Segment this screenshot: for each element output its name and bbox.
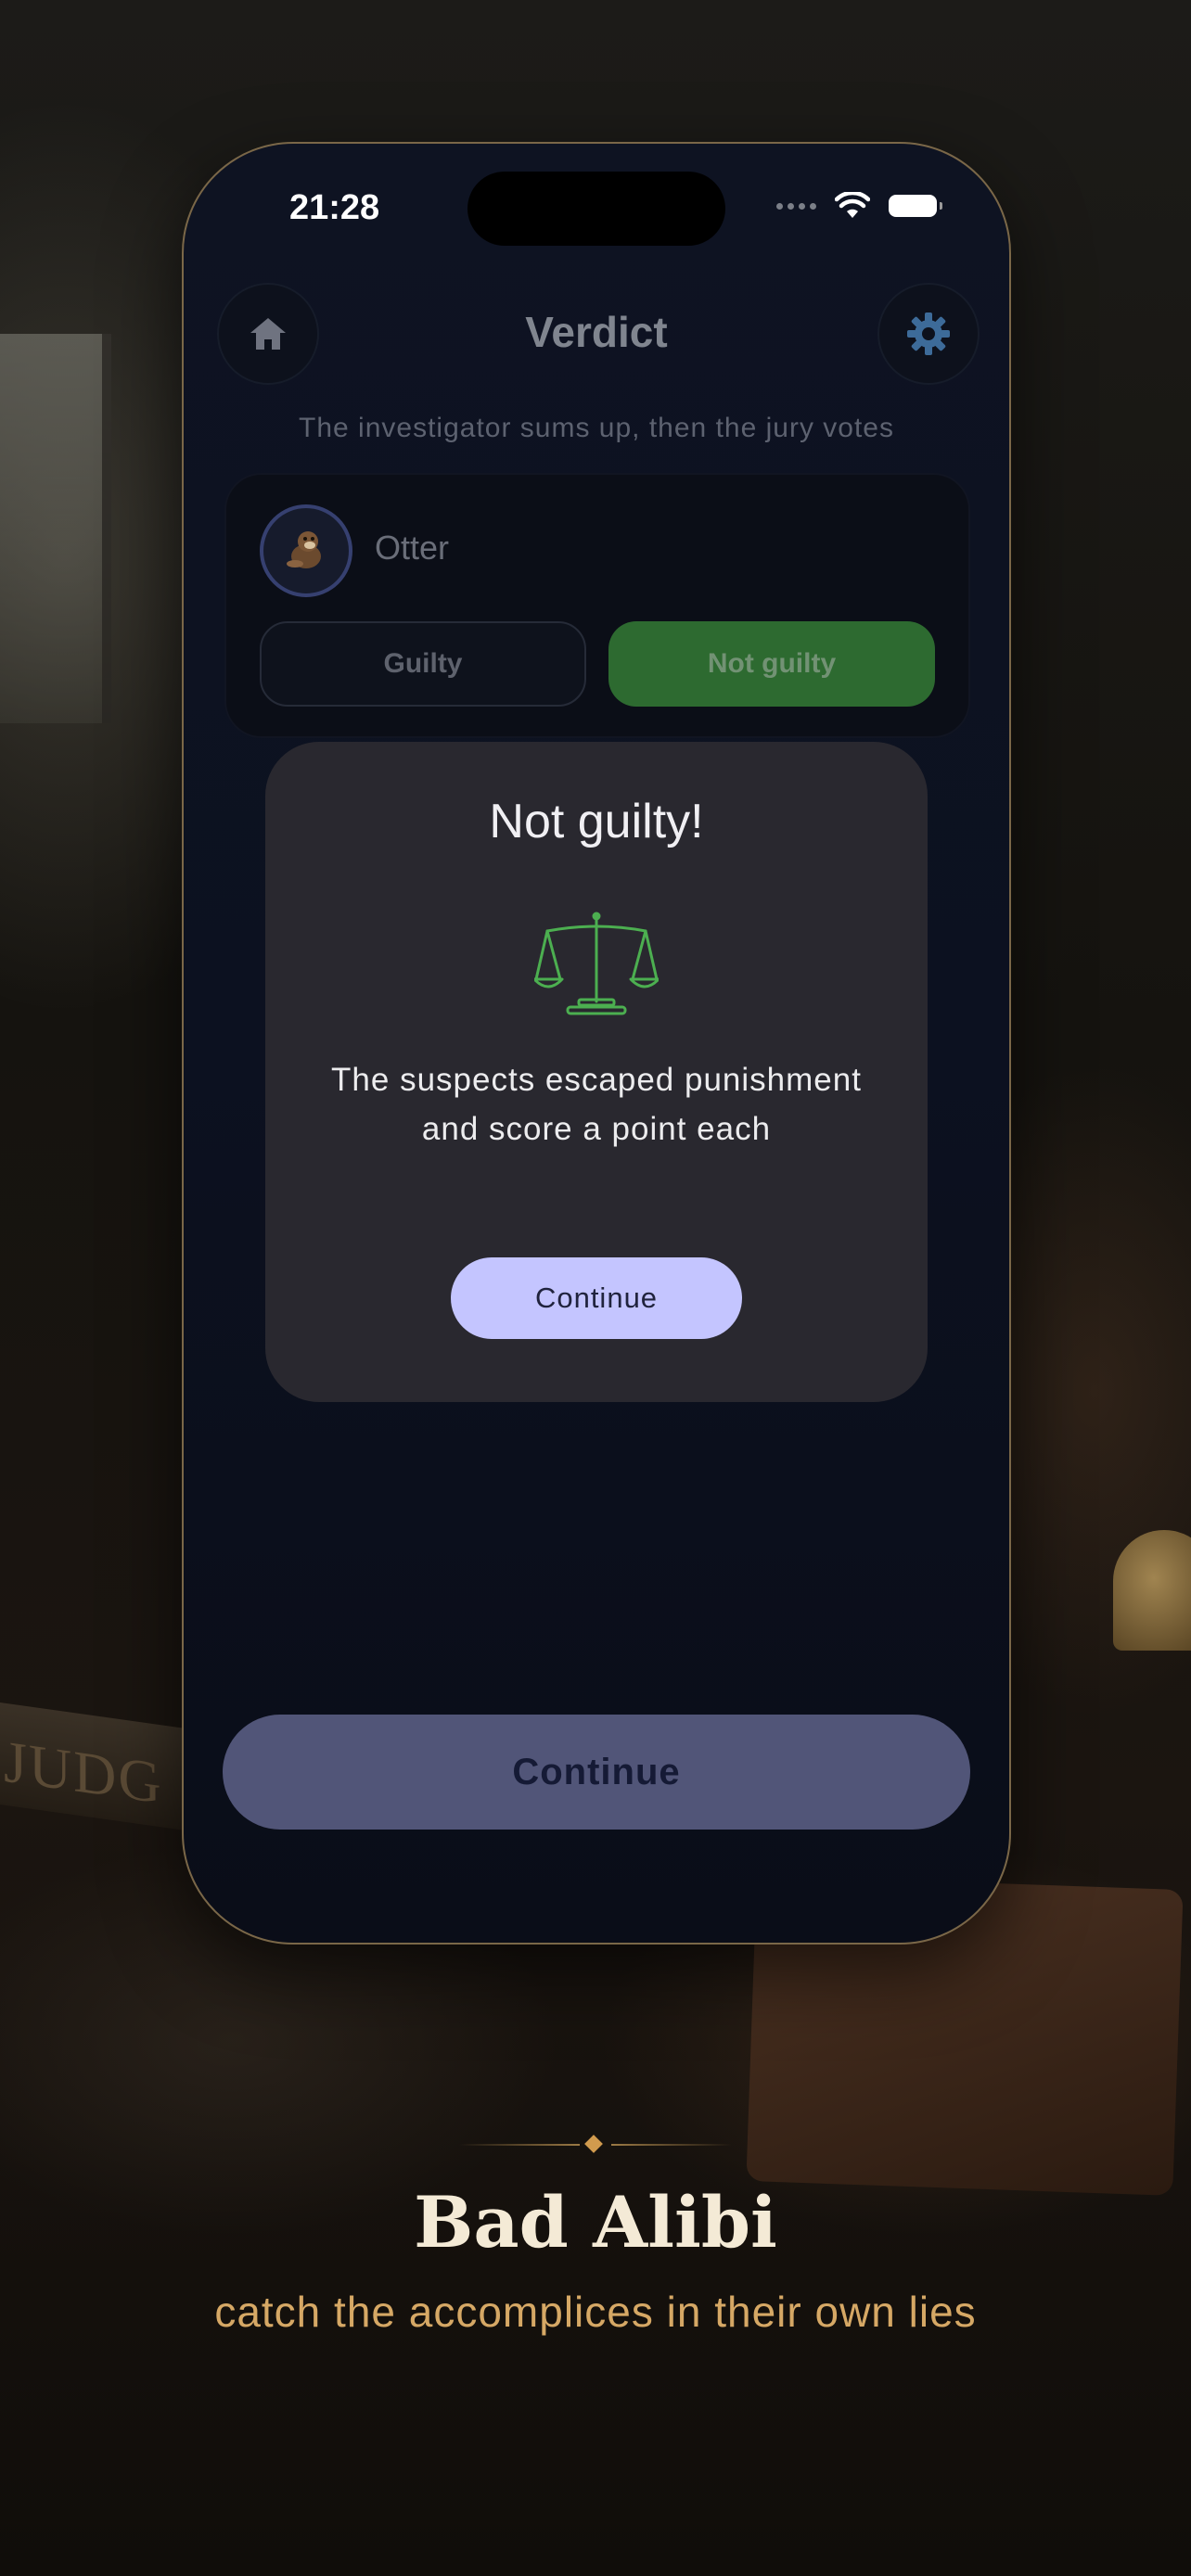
brand-title: Bad Alibi [414,2181,777,2264]
modal-message: The suspects escaped punishment and scor… [331,1062,862,1147]
verdict-modal: Not guilty! The suspects escaped punishm… [265,742,928,1402]
avatar [260,504,352,597]
battery-icon [889,195,942,217]
not-guilty-button[interactable]: Not guilty [608,621,935,707]
status-icons [776,192,942,220]
continue-button[interactable]: Continue [223,1715,970,1830]
player-name: Otter [375,529,450,567]
modal-continue-button[interactable]: Continue [451,1257,742,1339]
brand-tagline: catch the accomplices in their own lies [214,2288,977,2336]
status-time: 21:28 [289,188,380,227]
page-subtitle: The investigator sums up, then the jury … [299,413,894,443]
scales-icon [534,912,659,1015]
guilty-button[interactable]: Guilty [260,621,586,707]
wifi-icon [835,192,870,218]
judge-plaque: JUDG [0,1702,186,1831]
ornament-divider [459,2135,732,2154]
header: Verdict [184,283,1009,394]
judge-plaque-text: JUDG [4,1728,163,1817]
gear-icon [907,312,950,355]
background-window [0,334,111,723]
otter-icon [287,531,321,568]
dynamic-island [467,172,725,246]
cellular-signal-icon [776,202,816,210]
desk-lamp [1113,1530,1191,1651]
settings-button[interactable] [877,283,980,385]
modal-title: Not guilty! [489,795,704,848]
phone-frame: 21:28 Verdict The investigator sums up, … [182,142,1011,1945]
player-card: Otter Guilty Not guilty [224,473,970,738]
